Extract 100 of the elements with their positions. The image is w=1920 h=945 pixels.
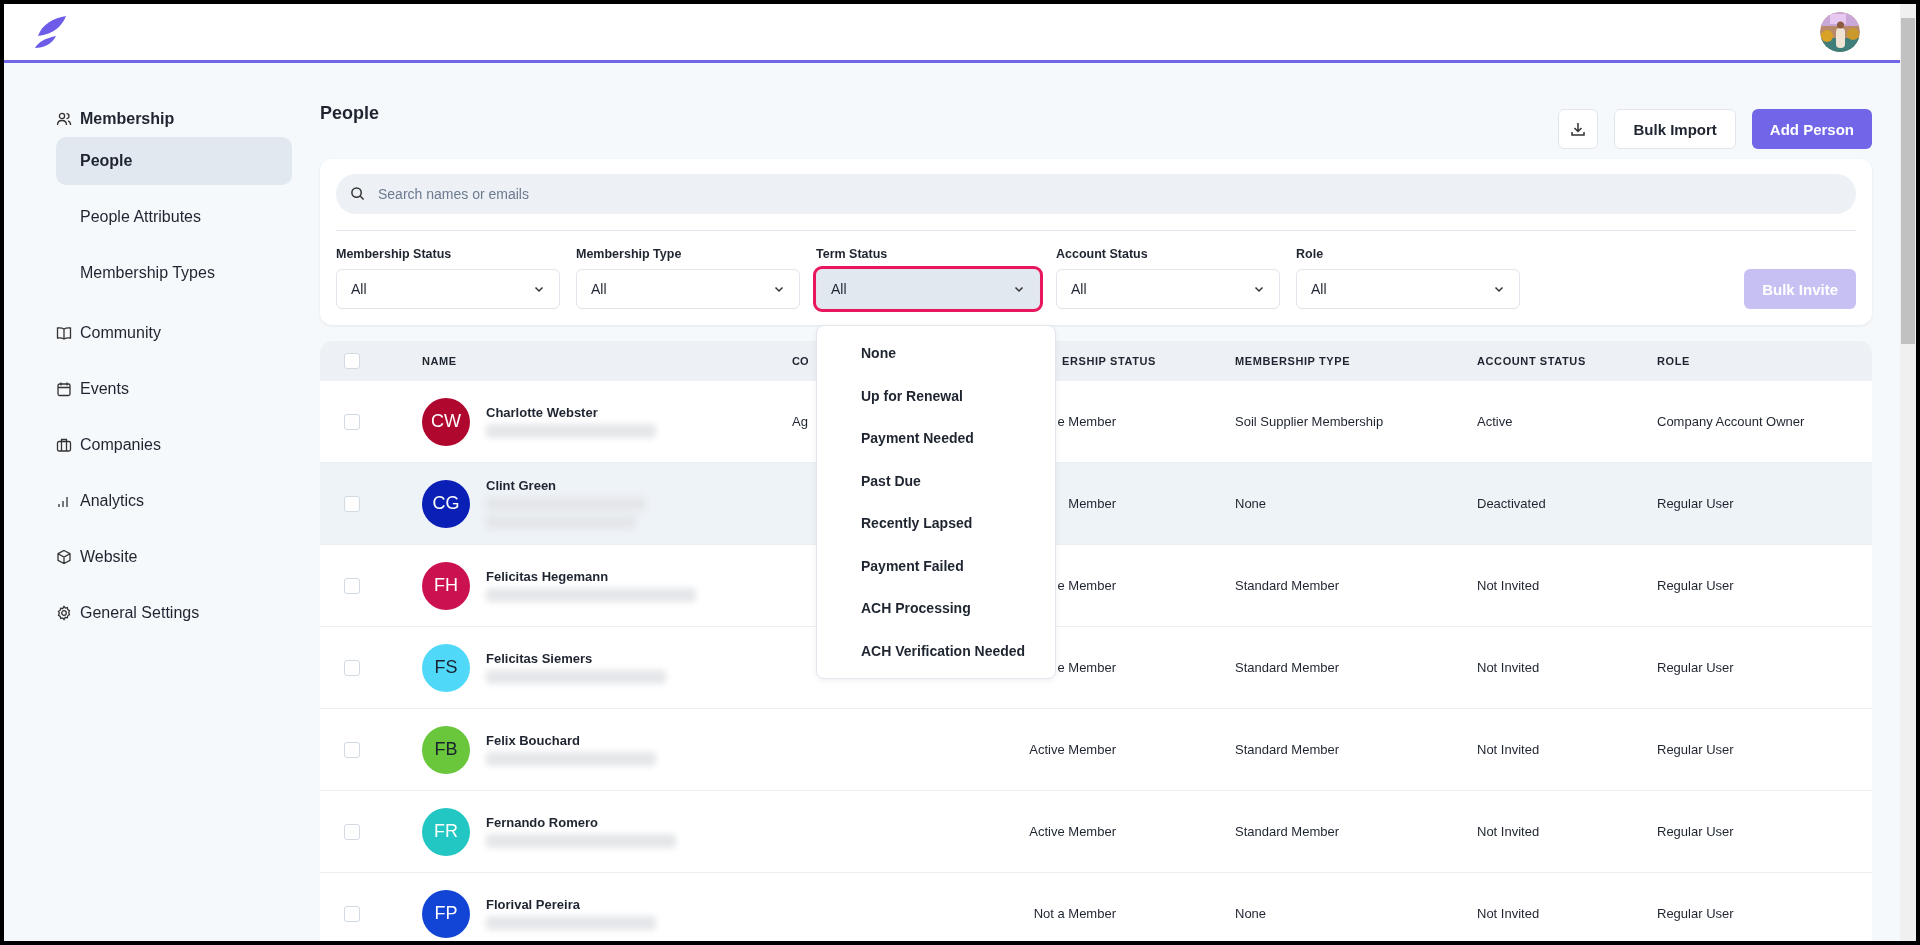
column-header: MEMBERSHIP TYPE xyxy=(1235,355,1351,367)
sidebar-item[interactable]: General Settings xyxy=(56,585,200,641)
filter-dropdown[interactable]: All xyxy=(816,269,1040,309)
sidebar-item[interactable]: Companies xyxy=(56,417,161,473)
table-row[interactable]: FR Fernando Romero xyxy=(320,791,816,872)
table-cell-text: Regular User xyxy=(1657,495,1735,513)
table-cell-text: Not Invited xyxy=(1477,659,1541,677)
table-cell-text: Standard Member xyxy=(1235,823,1341,841)
person-name[interactable]: Felicitas Hegemann xyxy=(486,569,609,584)
table-row[interactable]: FP Florival Pereira xyxy=(320,873,816,941)
person-name[interactable]: Charlotte Webster xyxy=(486,405,598,420)
table-cell-text: Regular User xyxy=(1657,577,1735,595)
avatar: CW xyxy=(422,397,470,446)
person-name[interactable]: Fernando Romero xyxy=(486,815,598,830)
filter-dropdown[interactable]: All xyxy=(1056,269,1280,309)
checkbox[interactable] xyxy=(344,823,360,840)
dropdown-option[interactable]: ACH Verification Needed xyxy=(817,629,1055,672)
person-name[interactable]: Florival Pereira xyxy=(486,897,580,912)
checkbox[interactable] xyxy=(344,905,360,922)
column-header: NAME xyxy=(422,355,457,367)
checkbox[interactable] xyxy=(344,741,360,758)
person-name[interactable]: Felicitas Siemers xyxy=(486,651,593,666)
table-row[interactable]: Active Member Standard Member Not Invited Regular User xyxy=(1028,709,1872,790)
table-cell-text: Deactivated xyxy=(1477,495,1547,513)
checkbox[interactable] xyxy=(344,577,360,594)
avatar: FH xyxy=(422,561,470,610)
download-icon xyxy=(1570,121,1587,137)
sidebar-subitem[interactable]: Membership Types xyxy=(56,249,292,297)
table-cell-text: Not Invited xyxy=(1477,577,1541,595)
filter-dropdown[interactable]: All xyxy=(576,269,800,309)
calendar-icon xyxy=(56,381,72,397)
column-header: ACCOUNT STATUS xyxy=(1477,355,1586,367)
table-row[interactable]: CW Charlotte Webster Ag xyxy=(320,381,816,462)
table-cell-text: Not Invited xyxy=(1477,823,1541,841)
table-cell-text: Not Invited xyxy=(1477,905,1541,923)
checkbox[interactable] xyxy=(344,353,360,369)
table-row[interactable]: FB Felix Bouchard xyxy=(320,709,816,790)
dropdown-option[interactable]: None xyxy=(817,332,1055,375)
dropdown-option[interactable]: ACH Processing xyxy=(817,587,1055,630)
sidebar-subitem[interactable]: People xyxy=(56,137,292,185)
table-cell-text: Regular User xyxy=(1657,741,1735,759)
table-cell-text: Company Account Owner xyxy=(1657,413,1806,431)
cube-icon xyxy=(56,549,72,565)
table-cell-text: e Member xyxy=(1057,413,1116,431)
table-cell-text: Regular User xyxy=(1657,659,1735,677)
download-button[interactable] xyxy=(1558,109,1599,149)
leaf-logo-icon[interactable] xyxy=(32,14,68,50)
person-name[interactable]: Felix Bouchard xyxy=(486,733,580,748)
sidebar-item[interactable]: Analytics xyxy=(56,473,145,529)
settings-icon xyxy=(56,605,72,621)
table-cell-text: Regular User xyxy=(1657,905,1735,923)
table-row[interactable]: FS Felicitas Siemers xyxy=(320,627,816,708)
search-field[interactable]: Search names or emails xyxy=(336,174,1856,214)
table-row[interactable]: Not a Member None Not Invited Regular User xyxy=(1028,873,1872,941)
table-row[interactable]: FH Felicitas Hegemann xyxy=(320,545,816,626)
column-header: CO xyxy=(792,355,809,367)
table-cell-text: Not a Member xyxy=(1033,905,1116,923)
add-person-button[interactable]: Add Person xyxy=(1751,109,1872,149)
avatar: FR xyxy=(422,807,470,856)
filter-label: Membership Type xyxy=(576,247,683,261)
dropdown-option[interactable]: Payment Needed xyxy=(817,417,1055,460)
table-cell-text: Active xyxy=(1477,413,1514,431)
sidebar-item[interactable]: Membership xyxy=(56,101,175,137)
table-cell-text: Not Invited xyxy=(1477,741,1541,759)
dropdown-option[interactable]: Up for Renewal xyxy=(817,374,1055,417)
sidebar-subitem[interactable]: People Attributes xyxy=(56,193,292,241)
users-icon xyxy=(56,111,72,127)
page-title: People xyxy=(320,103,380,124)
filter-dropdown[interactable]: All xyxy=(336,269,560,309)
table-cell-text: Standard Member xyxy=(1235,741,1341,759)
table-row[interactable]: Active Member Standard Member Not Invited Regular User xyxy=(1028,791,1872,872)
table-cell-text: Active Member xyxy=(1029,741,1116,759)
sidebar-item[interactable]: Community xyxy=(56,305,161,361)
briefcase-icon xyxy=(56,437,72,453)
avatar: FB xyxy=(422,725,470,774)
column-header: ROLE xyxy=(1657,355,1690,367)
book-icon xyxy=(56,325,72,341)
checkbox[interactable] xyxy=(344,413,360,430)
column-header: ERSHIP STATUS xyxy=(1062,355,1156,367)
filter-label: Role xyxy=(1296,247,1325,261)
checkbox[interactable] xyxy=(344,659,360,676)
table-cell-text: e Member xyxy=(1057,577,1116,595)
avatar: FP xyxy=(422,889,470,938)
filter-dropdown[interactable]: All xyxy=(1296,269,1520,309)
dropdown-option[interactable]: Payment Failed xyxy=(817,544,1055,587)
sidebar-item[interactable]: Website xyxy=(56,529,138,585)
avatar: FS xyxy=(422,643,470,692)
table-cell-text: Regular User xyxy=(1657,823,1735,841)
table-cell-text: Standard Member xyxy=(1235,577,1341,595)
sidebar-item[interactable]: Events xyxy=(56,361,129,417)
checkbox[interactable] xyxy=(344,495,360,512)
scrollbar[interactable] xyxy=(1900,4,1916,941)
table-row[interactable]: CG Clint Green xyxy=(320,463,816,544)
bulk-import-button[interactable]: Bulk Import xyxy=(1614,109,1736,149)
table-cell-text: None xyxy=(1235,905,1268,923)
table-cell-text: Active Member xyxy=(1029,823,1116,841)
avatar: CG xyxy=(422,479,470,528)
person-name[interactable]: Clint Green xyxy=(486,478,557,493)
table-cell-text: Standard Member xyxy=(1235,659,1341,677)
table-cell-text: Soil Supplier Membership xyxy=(1235,413,1385,431)
